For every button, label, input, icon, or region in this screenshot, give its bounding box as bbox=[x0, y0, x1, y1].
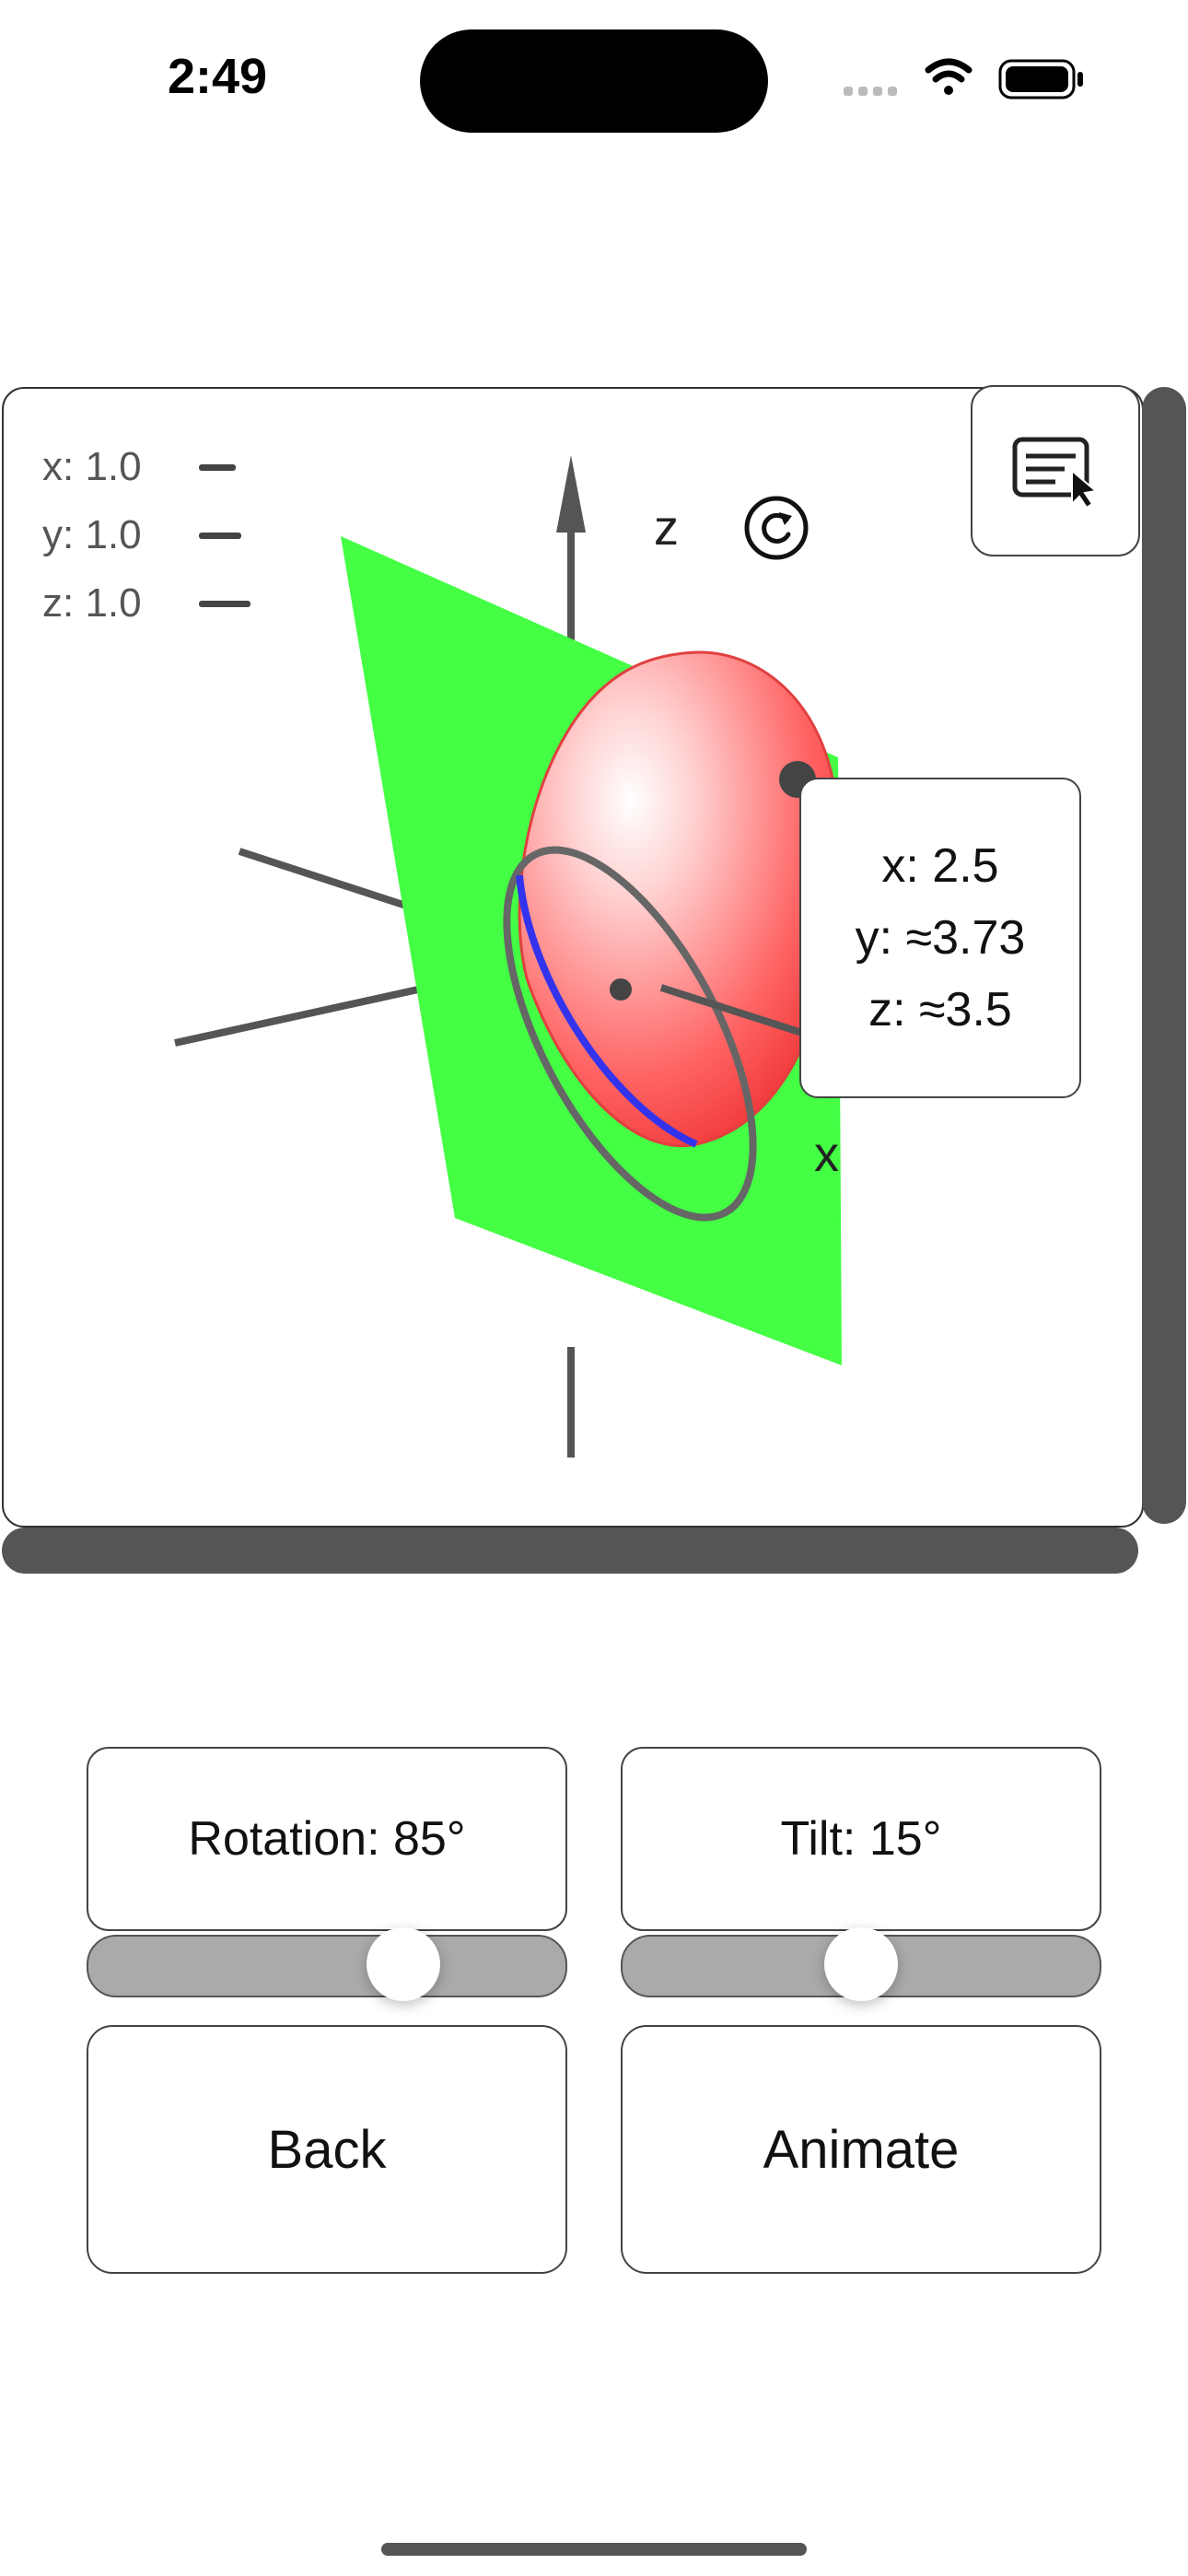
tooltip-y: y: ≈3.73 bbox=[855, 911, 1026, 965]
legend-x-line bbox=[199, 463, 236, 471]
tilt-label: Tilt: 15° bbox=[621, 1747, 1101, 1931]
z-axis-arrow bbox=[556, 455, 586, 533]
rotation-slider-thumb[interactable] bbox=[367, 1927, 441, 2001]
legend-y-line bbox=[199, 532, 241, 539]
tilt-slider-thumb[interactable] bbox=[824, 1927, 898, 2001]
status-time: 2:49 bbox=[168, 49, 268, 104]
status-icons bbox=[844, 58, 1083, 100]
tooltip-x: x: 2.5 bbox=[881, 839, 999, 893]
home-indicator[interactable] bbox=[381, 2543, 807, 2556]
cellular-signal-icon bbox=[844, 87, 897, 96]
battery-icon bbox=[998, 59, 1083, 100]
y-axis-front bbox=[174, 986, 419, 1047]
legend-z-label: z: 1.0 bbox=[42, 580, 142, 626]
legend-z: z: 1.0 bbox=[42, 569, 250, 638]
horizontal-scrollbar[interactable] bbox=[2, 1528, 1138, 1574]
reset-rotation-icon[interactable] bbox=[742, 494, 810, 562]
status-bar: 2:49 bbox=[0, 0, 1188, 157]
vertical-scrollbar[interactable] bbox=[1142, 387, 1186, 1524]
legend-y: y: 1.0 bbox=[42, 501, 250, 569]
legend-y-label: y: 1.0 bbox=[42, 512, 142, 557]
tilt-slider[interactable] bbox=[621, 1927, 1101, 2001]
back-button[interactable]: Back bbox=[87, 2025, 567, 2274]
center-point bbox=[610, 978, 632, 1001]
dynamic-island bbox=[420, 29, 768, 133]
legend-z-line bbox=[199, 600, 250, 607]
point-coordinates-tooltip: x: 2.5 y: ≈3.73 z: ≈3.5 bbox=[799, 778, 1081, 1098]
tooltip-z: z: ≈3.5 bbox=[868, 983, 1012, 1036]
x-axis-label: x bbox=[814, 1127, 839, 1182]
y-axis-back bbox=[238, 848, 411, 910]
legend-x-label: x: 1.0 bbox=[42, 444, 142, 489]
axis-scale-legend: x: 1.0 y: 1.0 z: 1.0 bbox=[42, 433, 250, 638]
rotation-label: Rotation: 85° bbox=[87, 1747, 567, 1931]
animate-button[interactable]: Animate bbox=[621, 2025, 1101, 2274]
overlay-toggle-button[interactable] bbox=[971, 385, 1140, 556]
z-axis-label: z bbox=[654, 500, 679, 556]
wifi-icon bbox=[925, 58, 973, 95]
text-cursor-icon bbox=[1012, 437, 1099, 508]
rotation-slider[interactable] bbox=[87, 1927, 567, 2001]
legend-x: x: 1.0 bbox=[42, 433, 250, 501]
